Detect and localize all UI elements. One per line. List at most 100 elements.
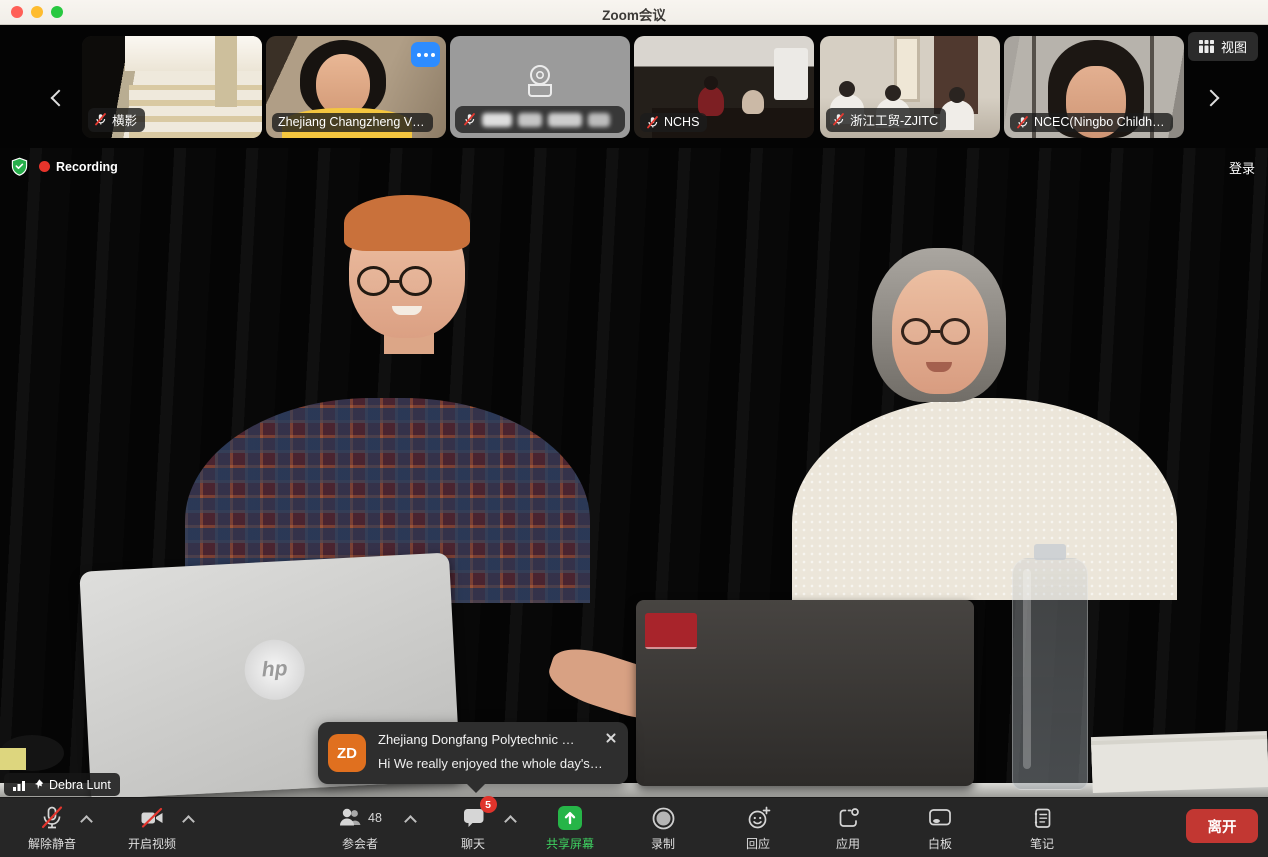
scene-curtain [215, 36, 237, 107]
participant-name: NCEC(Ningbo Childh… [1034, 115, 1165, 129]
zoom-meeting-window: Zoom会议 横影 Zhejiang Changzheng V… [0, 0, 1268, 857]
notes-label: 笔记 [1030, 835, 1054, 852]
camera-off-icon [139, 806, 166, 830]
mic-muted-icon [39, 805, 65, 831]
apps-icon [836, 806, 861, 831]
speaker-name: Debra Lunt [49, 778, 111, 792]
recording-indicator-area: Recording [10, 156, 118, 177]
video-thumbnail-camera-device[interactable] [450, 36, 630, 138]
dark-laptop [636, 600, 974, 786]
apps-button[interactable]: 应用 [808, 803, 888, 852]
avatar-initials: ZD [337, 745, 357, 762]
participants-button[interactable]: 48 参会者 [316, 803, 404, 852]
chat-message-preview: Hi We really enjoyed the whole day's… [378, 756, 614, 771]
participant-nameplate: 横影 [88, 108, 145, 132]
unmute-button[interactable]: 解除静音 [10, 803, 94, 852]
share-screen-label: 共享屏幕 [546, 835, 594, 852]
share-screen-icon [557, 805, 583, 831]
reactions-smiley-icon [746, 806, 771, 831]
participant-nameplate: Zhejiang Changzheng V… [272, 113, 433, 132]
ptz-camera-icon [518, 62, 562, 102]
avatar: ZD [328, 734, 366, 772]
window-title: Zoom会议 [0, 4, 1268, 24]
start-video-label: 开启视频 [128, 835, 176, 852]
participants-label: 参会者 [342, 835, 378, 852]
mic-muted-icon [832, 113, 845, 126]
signal-bars-icon [13, 779, 27, 791]
unmute-label: 解除静音 [28, 835, 76, 852]
mic-muted-icon [463, 113, 476, 126]
chat-sender-name: Zhejiang Dongfang Polytechnic … [378, 732, 604, 747]
notes-icon [1030, 806, 1054, 831]
filmstrip-prev-button[interactable] [46, 83, 72, 113]
video-thumbnail-hengying[interactable]: 横影 [82, 36, 262, 138]
hp-logo: hp [243, 638, 306, 701]
filmstrip-next-button[interactable] [1198, 83, 1224, 113]
participant-name: 横影 [112, 110, 137, 129]
start-video-button[interactable]: 开启视频 [108, 803, 196, 852]
view-button[interactable]: 视图 [1188, 32, 1258, 61]
participant-nameplate: NCHS [640, 113, 707, 132]
scene-papers [1091, 739, 1268, 793]
redacted-name-scribble [482, 113, 512, 127]
reactions-button[interactable]: 回应 [718, 803, 798, 852]
meeting-toolbar: 解除静音 开启视频 48 [0, 797, 1268, 857]
scene-ceiling [125, 36, 262, 71]
redacted-name-scribble [518, 113, 542, 127]
notes-button[interactable]: 笔记 [1002, 803, 1082, 852]
scene-face [316, 54, 370, 116]
redacted-name-scribble [588, 113, 610, 127]
login-link[interactable]: 登录 [1229, 158, 1255, 177]
laptop-sticker [645, 613, 697, 649]
mic-muted-icon [1016, 116, 1029, 129]
participants-options-chevron[interactable] [404, 815, 417, 828]
redacted-name-scribble [548, 113, 582, 127]
scene-window [774, 48, 808, 100]
chat-button[interactable]: 5 聊天 [436, 803, 510, 852]
video-thumbnail-zhejiang-changzheng[interactable]: Zhejiang Changzheng V… [266, 36, 446, 138]
record-button[interactable]: 录制 [625, 803, 701, 852]
presenter-female-glasses [901, 318, 970, 345]
record-icon [651, 806, 676, 831]
participant-nameplate: NCEC(Ningbo Childh… [1010, 113, 1173, 132]
participants-icon [338, 806, 364, 830]
participant-name: Zhejiang Changzheng V… [278, 115, 425, 129]
recording-label: Recording [56, 160, 118, 174]
video-thumbnail-zjitc[interactable]: 浙江工贸-ZJITC [820, 36, 1000, 138]
leave-meeting-button[interactable]: 离开 [1186, 809, 1258, 843]
active-speaker-video: hp Recording 登录 Debra Lunt [0, 148, 1268, 797]
presenter-male-hair [344, 195, 470, 251]
whiteboard-button[interactable]: 白板 [900, 803, 980, 852]
scene-person [742, 90, 764, 114]
presenter-male-smile [392, 306, 422, 315]
hp-logo-text: hp [261, 657, 288, 682]
participant-name: NCHS [664, 115, 699, 129]
titlebar: Zoom会议 [0, 0, 1268, 25]
close-icon[interactable] [603, 730, 619, 746]
presenter-female-top [792, 398, 1177, 600]
participant-nameplate-redacted [455, 106, 625, 133]
chat-label: 聊天 [461, 835, 485, 852]
chat-unread-badge: 5 [480, 796, 497, 813]
video-thumbnail-nchs[interactable]: NCHS [634, 36, 814, 138]
whiteboard-icon [927, 806, 953, 830]
recording-dot-icon [39, 161, 50, 172]
mic-muted-icon [646, 116, 659, 129]
scene-desks [129, 85, 262, 138]
scene-sticky-note [0, 748, 26, 770]
participant-nameplate: 浙江工贸-ZJITC [826, 108, 946, 132]
recording-status: Recording [39, 160, 118, 174]
video-thumbnail-ncec[interactable]: NCEC(Ningbo Childh… [1004, 36, 1184, 138]
record-label: 录制 [651, 835, 675, 852]
pin-icon [32, 778, 44, 791]
security-shield-icon[interactable] [10, 156, 29, 177]
share-screen-button[interactable]: 共享屏幕 [528, 803, 612, 852]
video-filmstrip: 横影 Zhejiang Changzheng V… [0, 25, 1268, 148]
chat-notification-popup[interactable]: ZD Zhejiang Dongfang Polytechnic … Hi We… [318, 722, 628, 784]
chevron-left-icon [51, 90, 68, 107]
view-button-label: 视图 [1221, 37, 1247, 56]
whiteboard-label: 白板 [928, 835, 952, 852]
chevron-right-icon [1203, 90, 1220, 107]
water-bottle [1012, 558, 1088, 790]
thumbnail-more-button[interactable] [411, 42, 440, 67]
